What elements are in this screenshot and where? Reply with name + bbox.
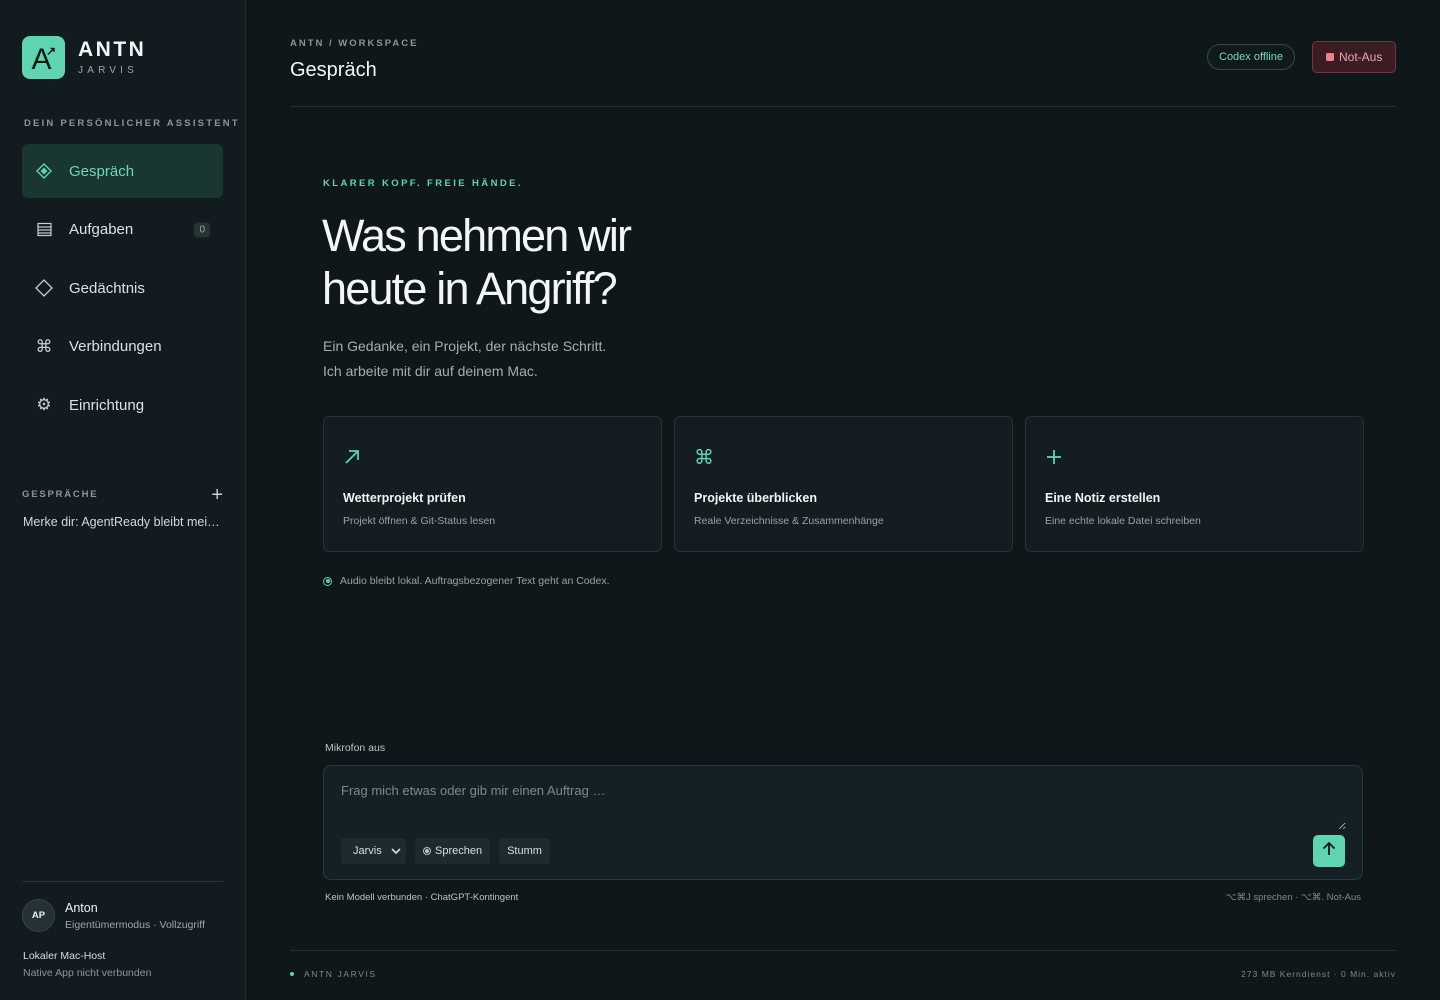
list-icon xyxy=(35,221,53,239)
diamond-filled-icon xyxy=(35,162,53,180)
sidebar: A ↗ ANTN JARVIS DEIN PERSÖNLICHER ASSIST… xyxy=(0,0,246,1000)
user-mode: Eigentümermodus · Vollzugriff xyxy=(65,918,205,931)
sidebar-item-label: Gedächtnis xyxy=(69,279,145,297)
brand-name: ANTN xyxy=(78,38,147,61)
microphone-status: Mikrofon aus xyxy=(325,742,386,754)
conversation-item[interactable]: Merke dir: AgentReady bleibt mein aktuel… xyxy=(23,515,223,529)
card-title: Eine Notiz erstellen xyxy=(1045,491,1161,505)
diamond-outline-icon xyxy=(35,279,53,297)
codex-status-badge: Codex offline xyxy=(1207,44,1296,70)
main-content: ANTN / WORKSPACE Gespräch Codex offline … xyxy=(246,0,1440,1000)
model-status: Kein Modell verbunden · ChatGPT-Kontinge… xyxy=(325,892,519,903)
hero-lead: Ein Gedanke, ein Projekt, der nächste Sc… xyxy=(323,334,723,384)
card-subtitle: Reale Verzeichnisse & Zusammenhänge xyxy=(694,515,884,527)
host-name: Lokaler Mac-Host xyxy=(23,950,106,962)
record-icon xyxy=(423,847,431,855)
sidebar-tagline: DEIN PERSÖNLICHER ASSISTENT xyxy=(24,118,240,129)
speak-label: Sprechen xyxy=(435,845,483,857)
message-input[interactable] xyxy=(341,783,1346,830)
arrow-up-icon xyxy=(1321,841,1337,862)
brand[interactable]: A ↗ ANTN JARVIS xyxy=(22,36,146,79)
sidebar-item-einrichtung[interactable]: ⚙ Einrichtung xyxy=(22,378,223,432)
user-profile[interactable]: AP Anton Eigentümermodus · Vollzugriff xyxy=(22,899,205,932)
sidebar-item-label: Aufgaben xyxy=(69,221,134,238)
hero-eyebrow: KLARER KOPF. FREIE HÄNDE. xyxy=(323,178,523,189)
conversations-title: GESPRÄCHE xyxy=(22,488,99,500)
agent-select-value: Jarvis xyxy=(353,845,382,857)
sidebar-item-gespraech[interactable]: Gespräch xyxy=(22,144,223,198)
card-subtitle: Projekt öffnen & Git-Status lesen xyxy=(343,515,496,527)
card-title: Projekte überblicken xyxy=(694,491,817,505)
command-icon: ⌘ xyxy=(35,336,53,356)
brand-logo: A ↗ xyxy=(22,36,65,79)
avatar: AP xyxy=(22,899,55,932)
privacy-note: Audio bleibt lokal. Auftragsbezogener Te… xyxy=(323,575,610,587)
suggestion-card-wetterprojekt[interactable]: Wetterprojekt prüfen Projekt öffnen & Gi… xyxy=(323,416,662,552)
sidebar-item-label: Gespräch xyxy=(69,162,135,180)
arrow-up-right-icon: ↗ xyxy=(45,44,56,58)
breadcrumb: ANTN / WORKSPACE xyxy=(290,38,419,49)
sidebar-item-verbindungen[interactable]: ⌘ Verbindungen xyxy=(22,320,223,374)
agent-select[interactable]: Jarvis xyxy=(341,838,406,864)
footer-brand-text: ANTN JARVIS xyxy=(304,969,377,979)
sidebar-item-aufgaben[interactable]: Aufgaben 0 xyxy=(22,203,223,257)
status-dot-icon xyxy=(323,576,332,586)
sidebar-item-label: Einrichtung xyxy=(69,396,145,414)
divider xyxy=(290,950,1396,951)
task-count-badge: 0 xyxy=(194,222,210,237)
command-icon: ⌘ xyxy=(694,447,714,469)
brand-subtitle: JARVIS xyxy=(78,65,139,76)
composer: Jarvis Sprechen Stumm xyxy=(323,765,1363,880)
divider xyxy=(290,106,1396,107)
plus-icon[interactable]: + xyxy=(211,485,223,505)
emergency-stop-button[interactable]: Not-Aus xyxy=(1312,41,1397,73)
sidebar-item-gedaechtnis[interactable]: Gedächtnis xyxy=(22,261,223,315)
divider xyxy=(22,881,223,882)
mute-button[interactable]: Stumm xyxy=(499,838,550,864)
arrow-up-right-icon xyxy=(343,448,363,468)
suggestion-card-projekte[interactable]: ⌘ Projekte überblicken Reale Verzeichnis… xyxy=(674,416,1013,552)
sidebar-item-label: Verbindungen xyxy=(69,338,162,355)
user-name: Anton xyxy=(65,900,98,915)
hero-lead-line: Ich arbeite mit dir auf deinem Mac. xyxy=(323,363,538,379)
card-title: Wetterprojekt prüfen xyxy=(343,491,466,505)
keyboard-shortcuts-hint: ⌥⌘J sprechen · ⌥⌘. Not-Aus xyxy=(1225,892,1361,903)
hero-lead-line: Ein Gedanke, ein Projekt, der nächste Sc… xyxy=(323,338,607,354)
conversations-header: GESPRÄCHE + xyxy=(22,483,223,505)
host-status: Lokaler Mac-Host Native App nicht verbun… xyxy=(23,950,151,979)
speak-button[interactable]: Sprechen xyxy=(415,838,491,864)
card-subtitle: Eine echte lokale Datei schreiben xyxy=(1045,515,1201,527)
plus-icon xyxy=(1045,448,1065,468)
host-connection-status: Native App nicht verbunden xyxy=(23,967,152,979)
stop-icon xyxy=(1326,53,1334,61)
mute-label: Stumm xyxy=(507,845,542,857)
footer-stats: 273 MB Kerndienst · 0 Min. aktiv xyxy=(1241,969,1396,979)
emergency-stop-label: Not-Aus xyxy=(1339,50,1383,64)
suggestion-card-notiz[interactable]: Eine Notiz erstellen Eine echte lokale D… xyxy=(1025,416,1364,552)
privacy-note-text: Audio bleibt lokal. Auftragsbezogener Te… xyxy=(340,575,610,587)
footer-brand: ANTN JARVIS xyxy=(290,969,377,979)
status-dot-icon xyxy=(290,972,294,976)
suggestion-cards: Wetterprojekt prüfen Projekt öffnen & Gi… xyxy=(323,416,1364,552)
send-button[interactable] xyxy=(1313,835,1345,867)
sidebar-nav: Gespräch Aufgaben 0 Gedächtnis ⌘ Verbind… xyxy=(22,144,223,437)
page-title: Gespräch xyxy=(290,59,377,81)
hero-headline: Was nehmen wir heute in Angriff? xyxy=(322,210,632,314)
chevron-down-icon xyxy=(391,843,401,862)
gear-icon: ⚙ xyxy=(36,395,52,414)
